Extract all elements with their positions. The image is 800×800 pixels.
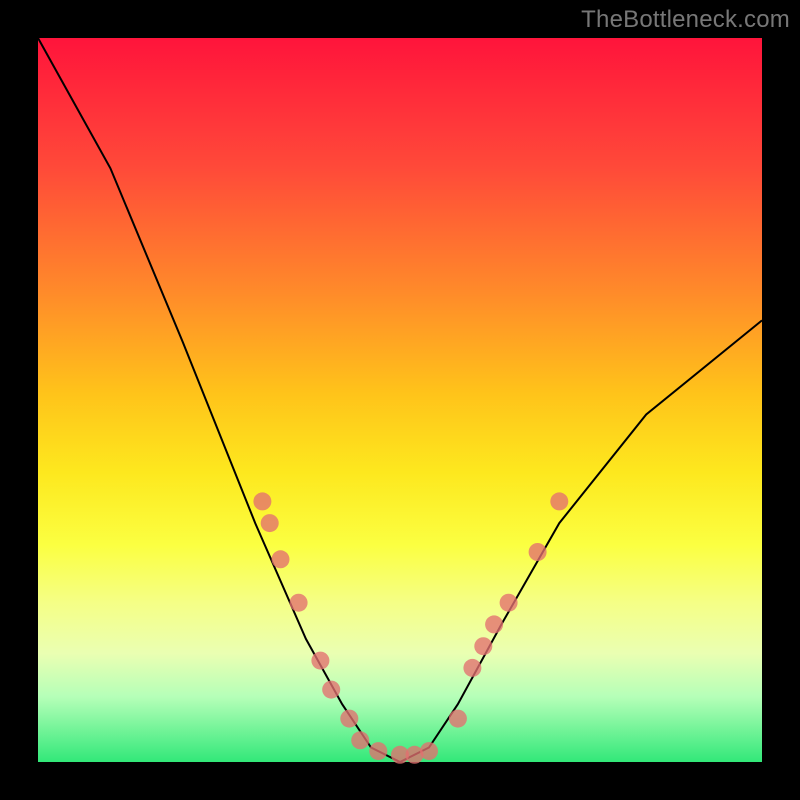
data-marker [351,731,369,749]
bottleneck-curve [38,38,762,762]
chart-svg [38,38,762,762]
data-marker [529,543,547,561]
data-marker [550,492,568,510]
data-marker [322,681,340,699]
data-marker [474,637,492,655]
frame: TheBottleneck.com [0,0,800,800]
data-marker [500,594,518,612]
data-marker [311,652,329,670]
data-marker [463,659,481,677]
data-marker [449,710,467,728]
curve-line [38,38,762,762]
data-marker [290,594,308,612]
data-marker [340,710,358,728]
watermark-text: TheBottleneck.com [581,6,790,34]
data-marker [420,742,438,760]
plot-area [38,38,762,762]
data-marker [272,550,290,568]
data-marker [261,514,279,532]
data-marker [253,492,271,510]
data-marker [485,615,503,633]
data-marker [369,742,387,760]
